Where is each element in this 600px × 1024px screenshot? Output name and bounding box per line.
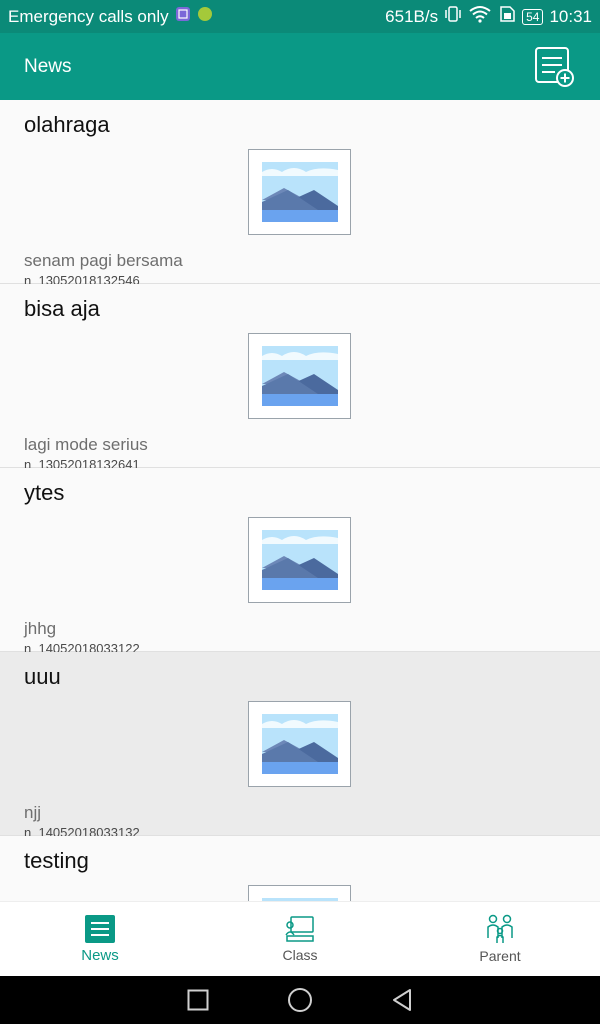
nav-label: Class [282,947,318,963]
status-bar: Emergency calls only 651B/s 54 10:31 [0,0,600,33]
vibrate-icon [444,5,462,28]
notification-dot-icon [197,6,213,27]
news-description: jhhg [24,619,57,638]
news-item[interactable]: uuu njj n_14052018033132 [0,652,600,840]
network-speed: 651B/s [385,6,439,26]
image-placeholder-icon [248,701,351,787]
news-title: olahraga [24,112,110,137]
news-list[interactable]: olahraga senam pagi bersama n_1305201813… [0,100,600,901]
carrier-text: Emergency calls only [8,6,169,26]
triangle-back-icon [393,989,411,1011]
news-description: senam pagi bersama [24,251,183,270]
nav-tab-parent[interactable]: Parent [400,902,600,976]
recent-apps-button[interactable] [184,986,212,1014]
image-placeholder-icon [248,517,351,603]
family-icon [487,914,513,943]
add-news-button[interactable] [532,45,576,89]
square-icon [187,989,209,1011]
app-bar: News [0,33,600,100]
circle-icon [288,988,312,1012]
news-item[interactable]: olahraga senam pagi bersama n_1305201813… [0,100,600,288]
wifi-icon [468,5,492,28]
add-news-icon [535,46,574,87]
page-title: News [24,55,72,77]
nav-label: Parent [479,948,521,964]
news-description: lagi mode serius [24,435,148,454]
clock: 10:31 [549,6,592,26]
news-description: njj [24,803,42,822]
nav-tab-class[interactable]: Class [200,902,400,976]
classroom-icon [285,916,314,942]
news-list-icon [85,914,115,943]
bottom-navigation: News Class Parent [0,901,600,976]
nav-label: News [81,946,119,964]
battery-level: 54 [522,8,544,25]
image-placeholder-icon [248,885,351,901]
news-title: ytes [24,480,65,505]
news-item[interactable]: bisa aja lagi mode serius n_130520181326… [0,284,600,472]
notification-app-icon [175,6,191,27]
news-title: bisa aja [24,296,100,321]
news-item[interactable]: testing [0,836,600,901]
news-item[interactable]: ytes jhhg n_14052018033122 [0,468,600,656]
home-button[interactable] [286,986,314,1014]
nav-tab-news[interactable]: News [0,902,200,976]
image-placeholder-icon [248,149,351,235]
image-placeholder-icon [248,333,351,419]
news-title: testing [24,848,89,873]
back-button[interactable] [388,986,416,1014]
system-navigation-bar [0,976,600,1024]
news-title: uuu [24,664,61,689]
sim-icon [498,5,516,28]
